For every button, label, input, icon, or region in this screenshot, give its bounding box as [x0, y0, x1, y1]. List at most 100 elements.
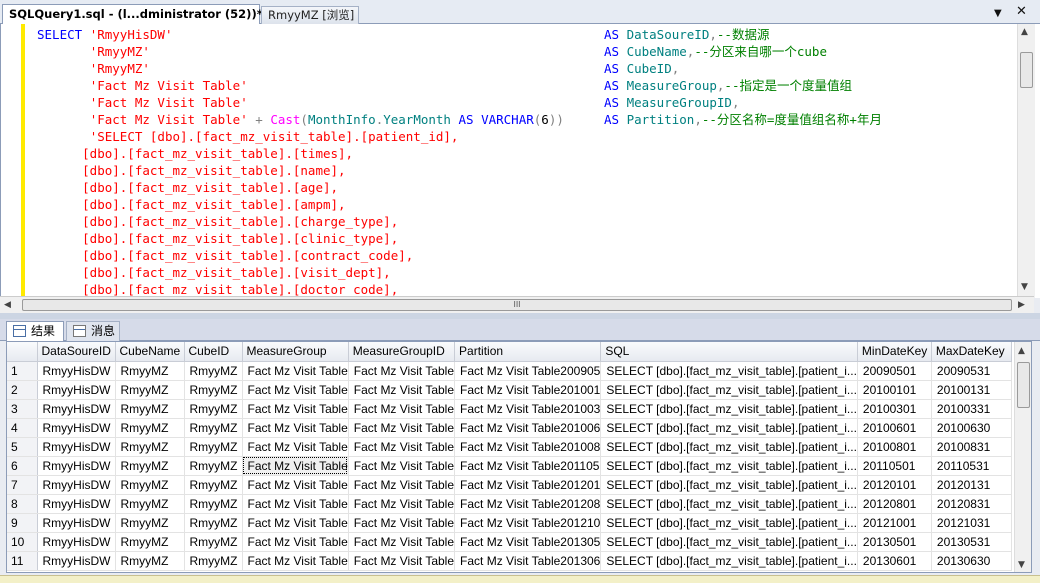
- grid-cell[interactable]: 20100831: [931, 437, 1012, 457]
- grid-cell[interactable]: Fact Mz Visit Table: [242, 437, 349, 457]
- grid-cell[interactable]: RmyyMZ: [115, 551, 185, 571]
- row-number[interactable]: 3: [7, 399, 38, 419]
- row-number[interactable]: 9: [7, 513, 38, 533]
- row-number[interactable]: 6: [7, 456, 38, 476]
- grid-cell[interactable]: RmyyMZ: [115, 361, 185, 381]
- grid-cell[interactable]: RmyyMZ: [184, 551, 243, 571]
- grid-cell[interactable]: RmyyMZ: [184, 513, 243, 533]
- scroll-down-icon[interactable]: ▼: [1021, 282, 1028, 292]
- grid-cell[interactable]: 20100331: [931, 399, 1012, 419]
- grid-cell[interactable]: 20110531: [931, 456, 1012, 476]
- grid-cell[interactable]: RmyyMZ: [184, 380, 243, 400]
- grid-cell[interactable]: SELECT [dbo].[fact_mz_visit_table].[pati…: [600, 532, 858, 552]
- grid-cell[interactable]: RmyyMZ: [115, 513, 185, 533]
- column-header[interactable]: CubeID: [184, 342, 243, 362]
- results-grid[interactable]: DataSoureID CubeName CubeID MeasureGroup Mea…: [6, 341, 1032, 573]
- tab-results[interactable]: 结果: [6, 321, 64, 341]
- grid-cell[interactable]: RmyyMZ: [115, 475, 185, 495]
- grid-cell[interactable]: RmyyMZ: [115, 380, 185, 400]
- grid-cell[interactable]: SELECT [dbo].[fact_mz_visit_table].[pati…: [600, 456, 858, 476]
- grid-cell[interactable]: 20100301: [857, 399, 932, 419]
- grid-cell[interactable]: 20090501: [857, 361, 932, 381]
- grid-cell[interactable]: RmyyMZ: [184, 399, 243, 419]
- column-header[interactable]: MinDateKey: [857, 342, 932, 362]
- grid-cell[interactable]: SELECT [dbo].[fact_mz_visit_table].[pati…: [600, 475, 858, 495]
- grid-cell[interactable]: 20120831: [931, 494, 1012, 514]
- table-row[interactable]: 5 RmyyHisDW RmyyMZ RmyyMZ Fact Mz Visit Tabl…: [7, 437, 1012, 457]
- grid-cell[interactable]: 20121001: [857, 513, 932, 533]
- grid-cell[interactable]: RmyyHisDW: [37, 494, 116, 514]
- grid-cell[interactable]: RmyyHisDW: [37, 513, 116, 533]
- scrollbar-thumb[interactable]: [1020, 52, 1033, 88]
- grid-cell[interactable]: 20130531: [931, 532, 1012, 552]
- tab-sqlquery1[interactable]: SQLQuery1.sql - (l...dministrator (52))*: [2, 4, 263, 24]
- scroll-up-icon[interactable]: ▲: [1021, 27, 1028, 37]
- grid-cell[interactable]: 20130501: [857, 532, 932, 552]
- grid-cell[interactable]: Fact Mz Visit Table201006: [454, 418, 602, 438]
- grid-cell[interactable]: RmyyHisDW: [37, 437, 116, 457]
- scroll-left-icon[interactable]: ◀: [4, 300, 11, 310]
- grid-cell[interactable]: SELECT [dbo].[fact_mz_visit_table].[pati…: [600, 380, 858, 400]
- grid-cell[interactable]: Fact Mz Visit Table: [242, 475, 349, 495]
- grid-cell[interactable]: RmyyHisDW: [37, 380, 116, 400]
- grid-cell[interactable]: Fact Mz Visit Table: [348, 494, 456, 514]
- row-number[interactable]: 8: [7, 494, 38, 514]
- column-header[interactable]: MeasureGroup: [242, 342, 349, 362]
- grid-cell[interactable]: Fact Mz Visit Table: [242, 551, 349, 571]
- row-number[interactable]: 1: [7, 361, 38, 381]
- grid-cell[interactable]: Fact Mz Visit Table: [348, 361, 456, 381]
- grid-cell[interactable]: 20100601: [857, 418, 932, 438]
- grid-cell[interactable]: Fact Mz Visit Table201003: [454, 399, 602, 419]
- grid-cell[interactable]: Fact Mz Visit Table: [242, 399, 349, 419]
- column-header[interactable]: [7, 342, 38, 362]
- scroll-up-icon[interactable]: ▲: [1018, 346, 1025, 356]
- grid-cell[interactable]: Fact Mz Visit Table201105: [454, 456, 602, 476]
- grid-cell[interactable]: RmyyHisDW: [37, 456, 116, 476]
- scroll-down-icon[interactable]: ▼: [1018, 560, 1025, 570]
- tab-messages[interactable]: 消息: [66, 321, 120, 341]
- grid-cell[interactable]: Fact Mz Visit Table201001: [454, 380, 602, 400]
- grid-cell[interactable]: Fact Mz Visit Table: [348, 456, 456, 476]
- table-row[interactable]: 10 RmyyHisDW RmyyMZ RmyyMZ Fact Mz Visit Tab…: [7, 532, 1012, 552]
- grid-cell[interactable]: Fact Mz Visit Table: [242, 513, 349, 533]
- grid-cell[interactable]: RmyyHisDW: [37, 361, 116, 381]
- grid-cell[interactable]: RmyyMZ: [184, 437, 243, 457]
- row-number[interactable]: 4: [7, 418, 38, 438]
- column-header[interactable]: DataSoureID: [37, 342, 116, 362]
- grid-cell[interactable]: Fact Mz Visit Table: [348, 551, 456, 571]
- grid-cell[interactable]: Fact Mz Visit Table: [348, 399, 456, 419]
- column-header[interactable]: CubeName: [115, 342, 185, 362]
- grid-cell[interactable]: SELECT [dbo].[fact_mz_visit_table].[pati…: [600, 399, 858, 419]
- grid-cell[interactable]: SELECT [dbo].[fact_mz_visit_table].[pati…: [600, 361, 858, 381]
- grid-cell[interactable]: Fact Mz Visit Table: [242, 494, 349, 514]
- grid-cell[interactable]: 20100801: [857, 437, 932, 457]
- row-number[interactable]: 2: [7, 380, 38, 400]
- column-header[interactable]: MaxDateKey: [931, 342, 1012, 362]
- grid-cell[interactable]: RmyyHisDW: [37, 418, 116, 438]
- grid-cell[interactable]: Fact Mz Visit Table201201: [454, 475, 602, 495]
- close-icon[interactable]: ✕: [1016, 5, 1027, 19]
- grid-cell[interactable]: Fact Mz Visit Table201208: [454, 494, 602, 514]
- grid-cell[interactable]: RmyyHisDW: [37, 532, 116, 552]
- grid-cell[interactable]: 20130601: [857, 551, 932, 571]
- grid-cell[interactable]: RmyyMZ: [184, 456, 243, 476]
- grid-cell[interactable]: Fact Mz Visit Table: [242, 456, 349, 476]
- grid-cell[interactable]: Fact Mz Visit Table201008: [454, 437, 602, 457]
- grid-cell[interactable]: Fact Mz Visit Table: [242, 380, 349, 400]
- grid-cell[interactable]: SELECT [dbo].[fact_mz_visit_table].[pati…: [600, 494, 858, 514]
- table-row[interactable]: 2 RmyyHisDW RmyyMZ RmyyMZ Fact Mz Visit Tabl…: [7, 380, 1012, 400]
- grid-cell[interactable]: Fact Mz Visit Table200905: [454, 361, 602, 381]
- grid-cell[interactable]: 20121031: [931, 513, 1012, 533]
- editor-horizontal-scrollbar[interactable]: ◀ III ▶: [0, 296, 1034, 313]
- grid-cell[interactable]: SELECT [dbo].[fact_mz_visit_table].[pati…: [600, 513, 858, 533]
- table-row[interactable]: 8 RmyyHisDW RmyyMZ RmyyMZ Fact Mz Visit Tabl…: [7, 494, 1012, 514]
- grid-cell[interactable]: 20120131: [931, 475, 1012, 495]
- column-header[interactable]: Partition: [454, 342, 602, 362]
- grid-cell[interactable]: RmyyMZ: [115, 494, 185, 514]
- grid-cell[interactable]: 20100630: [931, 418, 1012, 438]
- grid-cell[interactable]: Fact Mz Visit Table: [242, 361, 349, 381]
- grid-cell[interactable]: Fact Mz Visit Table: [242, 532, 349, 552]
- row-number[interactable]: 5: [7, 437, 38, 457]
- grid-cell[interactable]: 20100101: [857, 380, 932, 400]
- grid-vertical-scrollbar[interactable]: ▲ ▼: [1014, 342, 1031, 572]
